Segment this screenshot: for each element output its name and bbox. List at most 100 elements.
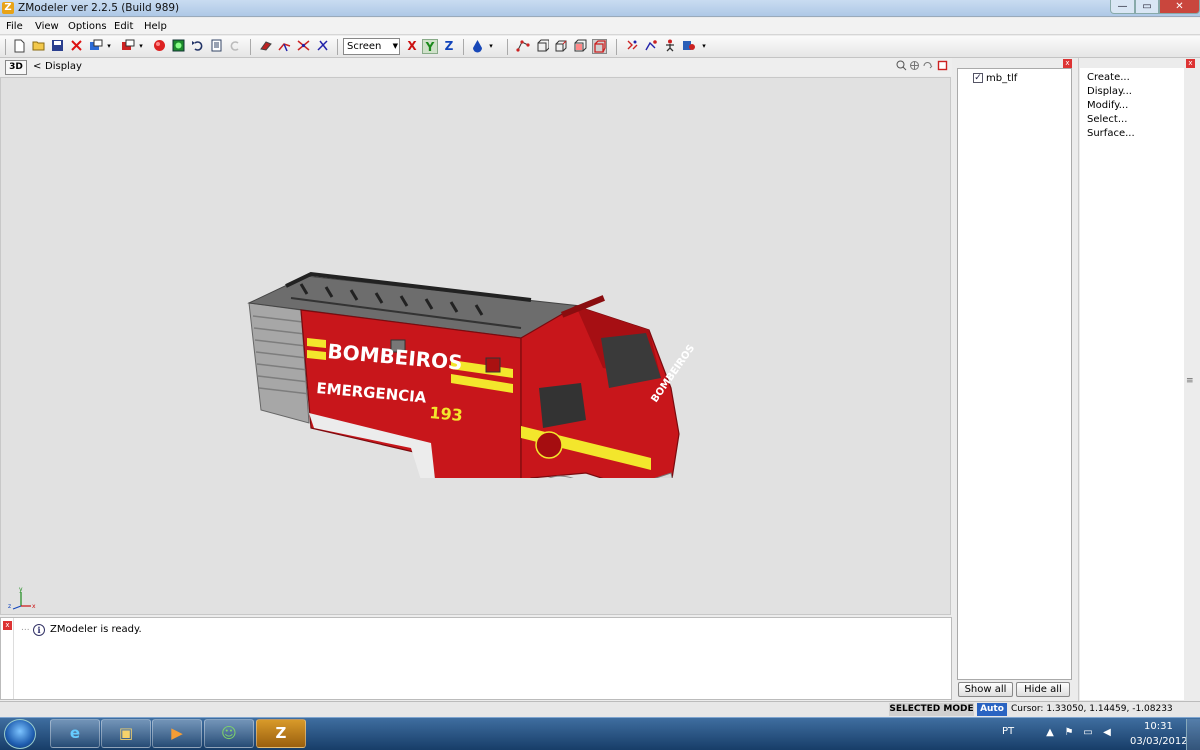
fire-truck-model[interactable]: BOMBEIROS EMERGENCIA 193 BOMBEIROS [231,188,731,478]
zmodeler-icon[interactable]: Z [256,719,306,748]
select-objects-icon[interactable] [553,39,568,54]
main-toolbar: ▾ ▾ Screen ▼ X Y Z ▾ ▾ [0,36,1200,58]
scale-tool-icon[interactable] [662,39,677,54]
axis-gizmo: y x z [8,586,36,610]
save-icon[interactable] [50,39,65,54]
close-commands-icon[interactable]: x [1186,59,1195,68]
tray-expand-icon[interactable]: ▲ [1044,727,1056,739]
object-tree-item[interactable]: mb_tlf [986,73,1017,84]
start-button[interactable] [4,719,36,749]
material-dropdown-icon[interactable]: ▾ [487,39,495,54]
clock-time[interactable]: 10:31 [1144,721,1173,732]
export-dropdown-icon[interactable]: ▾ [137,39,145,54]
media-icon[interactable]: ▶ [152,719,202,748]
messenger-icon[interactable]: ☺ [204,719,254,748]
viewport-3d-button[interactable]: 3D [5,60,27,75]
axis-label-y: y [19,586,23,593]
orbit-icon[interactable] [921,60,933,72]
window-title: ZModeler ver 2.2.5 (Build 989) [18,2,180,14]
import-dropdown-icon[interactable]: ▾ [105,39,113,54]
render-icon[interactable] [152,39,167,54]
vertex-tool-icon[interactable] [277,39,292,54]
language-indicator[interactable]: PT [1002,726,1014,737]
maximize-button[interactable]: ▭ [1135,0,1159,14]
folder-icon[interactable]: ▣ [101,719,151,748]
maximize-viewport-icon[interactable] [936,60,948,72]
new-file-icon[interactable] [12,39,27,54]
cursor-coordinates: Cursor: 1.33050, 1.14459, -1.08233 [1011,704,1173,714]
network-icon[interactable]: ▭ [1082,727,1094,739]
chevron-down-icon: ▼ [392,42,398,50]
toolbar-separator [250,39,251,55]
menu-file[interactable]: File [6,21,23,32]
show-all-button[interactable]: Show all [958,682,1013,697]
import-icon[interactable] [88,39,103,54]
viewport-title: Display [45,61,82,72]
action-center-icon[interactable]: ⚑ [1063,727,1075,739]
title-bar: Z ZModeler ver 2.2.5 (Build 989) — ▭ ✕ [0,0,1200,17]
axis-y-toggle[interactable]: Y [422,39,438,54]
info-icon: i [33,624,45,636]
material-drop-icon[interactable] [470,39,485,54]
ie-icon[interactable]: e [50,719,100,748]
polygon-tool-icon[interactable] [315,39,330,54]
commands-list [1080,68,1184,700]
select-vertices-icon[interactable] [515,39,530,54]
snap-mode-indicator[interactable]: Auto [977,703,1007,716]
pick-tool-icon[interactable] [258,39,273,54]
viewport-3d[interactable]: BOMBEIROS EMERGENCIA 193 BOMBEIROS y x z [0,77,951,615]
object-visibility-checkbox[interactable]: ✓ [973,73,983,83]
menu-options[interactable]: Options [68,21,107,32]
toolbar-separator [463,39,464,55]
command-display[interactable]: Display... [1087,86,1132,97]
hide-all-button[interactable]: Hide all [1016,682,1070,697]
select-all-icon[interactable] [592,39,607,54]
tools-dropdown-icon[interactable]: ▾ [700,39,708,54]
properties-icon[interactable] [209,39,224,54]
viewport-collapse-arrow[interactable]: < [33,61,41,72]
selection-mode-indicator[interactable]: SELECTED MODE [889,703,974,716]
clock-date[interactable]: 03/03/2012 [1130,736,1188,747]
object-tree-list[interactable] [957,68,1072,680]
axis-label-z: z [8,603,11,610]
texture-icon[interactable] [171,39,186,54]
axis-x-toggle[interactable]: X [404,39,420,54]
move-tool-icon[interactable] [624,39,639,54]
axis-z-toggle[interactable]: Z [441,39,457,54]
open-folder-icon[interactable] [31,39,46,54]
scroll-grip-icon[interactable]: ≡ [1186,376,1194,386]
command-modify[interactable]: Modify... [1087,100,1128,111]
mirror-tool-icon[interactable] [681,39,696,54]
select-box-icon[interactable] [572,39,587,54]
export-icon[interactable] [120,39,135,54]
menu-bar: File View Options Edit Help [0,18,1200,35]
log-panel: x ... i ZModeler is ready. [0,617,952,700]
edge-tool-icon[interactable] [296,39,311,54]
zoom-icon[interactable] [895,60,907,72]
commands-scrollbar[interactable]: ≡ [1184,68,1198,700]
menu-edit[interactable]: Edit [114,21,133,32]
menu-view[interactable]: View [35,21,59,32]
command-select[interactable]: Select... [1087,114,1127,125]
show-desktop-button[interactable] [1186,719,1200,750]
menu-help[interactable]: Help [144,21,167,32]
delete-icon[interactable] [69,39,84,54]
viewport-header [0,58,952,76]
log-gutter [13,618,14,699]
close-window-button[interactable]: ✕ [1159,0,1200,14]
command-create[interactable]: Create... [1087,72,1130,83]
pan-icon[interactable] [908,60,920,72]
select-faces-icon[interactable] [534,39,549,54]
close-log-icon[interactable]: x [3,621,12,630]
rotate-tool-icon[interactable] [643,39,658,54]
log-message: ZModeler is ready. [50,624,142,635]
volume-icon[interactable]: ◀ [1101,727,1113,739]
view-mode-select[interactable]: Screen ▼ [343,38,400,55]
command-surface[interactable]: Surface... [1087,128,1135,139]
toolbar-separator [337,39,338,55]
undo-icon[interactable] [190,39,205,54]
zmodeler-app-icon[interactable]: Z [2,2,14,14]
toolbar-grip [5,39,6,55]
minimize-button[interactable]: — [1110,0,1135,14]
close-tree-icon[interactable]: x [1063,59,1072,68]
